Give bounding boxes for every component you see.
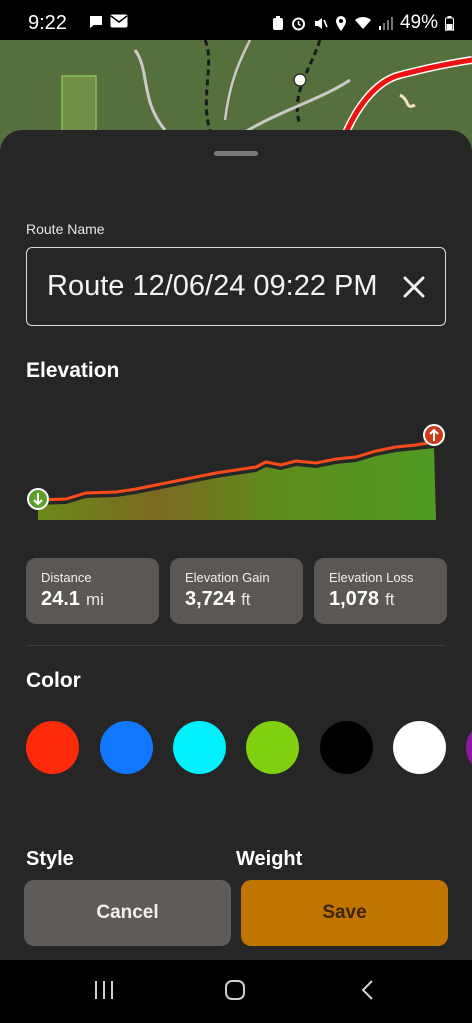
color-swatch-red[interactable] <box>26 721 79 774</box>
cancel-button[interactable]: Cancel <box>24 880 231 946</box>
color-swatch-black[interactable] <box>320 721 373 774</box>
save-button[interactable]: Save <box>241 880 448 946</box>
color-swatch-blue[interactable] <box>100 721 153 774</box>
stat-unit: ft <box>241 590 251 609</box>
color-title: Color <box>26 669 81 692</box>
stat-label: Distance <box>41 570 92 585</box>
status-bar: 9:22 49% <box>0 0 472 40</box>
home-icon[interactable] <box>224 979 246 1001</box>
wifi-icon <box>354 16 371 29</box>
color-swatch-cyan[interactable] <box>173 721 226 774</box>
route-name-input[interactable]: Route 12/06/24 09:22 PM <box>47 270 383 303</box>
weight-title: Weight <box>236 848 303 870</box>
stat-value: 24.1 mi <box>41 588 104 611</box>
stat-number: 1,078 <box>329 588 380 610</box>
elevation-profile-chart <box>26 400 446 520</box>
route-stats: Distance 24.1 mi Elevation Gain 3,724 ft E… <box>26 558 447 624</box>
stat-unit: mi <box>85 590 104 609</box>
route-name-field[interactable]: Route 12/06/24 09:22 PM <box>26 247 446 326</box>
arrow-up-icon <box>423 424 445 446</box>
chat-icon <box>90 16 102 28</box>
drag-handle[interactable] <box>214 151 258 156</box>
divider <box>26 645 446 646</box>
elevation-title: Elevation <box>26 359 120 382</box>
stat-unit: ft <box>385 590 395 609</box>
back-icon[interactable] <box>360 979 376 1001</box>
location-icon <box>335 15 346 31</box>
alarm-clock-icon <box>272 15 283 30</box>
battery-icon <box>445 15 454 31</box>
route-editor-sheet: Route Name Route 12/06/24 09:22 PM Eleva… <box>0 130 472 960</box>
signal-icon <box>378 17 393 30</box>
stat-elevation-gain: Elevation Gain 3,724 ft <box>170 558 303 624</box>
stat-number: 24.1 <box>41 588 80 610</box>
color-swatch-green[interactable] <box>246 721 299 774</box>
battery-percent: 49% <box>399 12 438 33</box>
style-title: Style <box>26 848 74 870</box>
stat-value: 1,078 ft <box>329 588 395 611</box>
stat-label: Elevation Loss <box>329 570 414 585</box>
status-time: 9:22 <box>28 12 67 34</box>
mute-icon <box>314 17 328 29</box>
route-name-label: Route Name <box>26 221 105 237</box>
navigation-bar <box>0 960 472 1023</box>
color-swatch-white[interactable] <box>393 721 446 774</box>
status-left-icons <box>88 14 128 30</box>
stat-distance: Distance 24.1 mi <box>26 558 159 624</box>
recent-apps-icon[interactable] <box>93 980 115 1000</box>
close-icon[interactable] <box>401 274 427 300</box>
arrow-down-icon <box>27 488 49 510</box>
status-right-icons: 49% <box>272 12 454 34</box>
alarm-icon <box>291 17 305 30</box>
stat-label: Elevation Gain <box>185 570 270 585</box>
mail-icon <box>110 14 128 28</box>
stat-number: 3,724 <box>185 588 236 610</box>
stat-elevation-loss: Elevation Loss 1,078 ft <box>314 558 447 624</box>
stat-value: 3,724 ft <box>185 588 251 611</box>
color-swatch-purple[interactable] <box>466 721 472 774</box>
